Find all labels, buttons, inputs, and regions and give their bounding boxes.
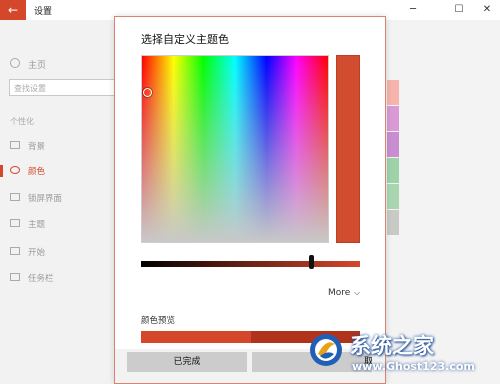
accent-swatch[interactable] <box>387 158 399 183</box>
preview-light-swatch <box>141 331 251 343</box>
accent-swatch[interactable] <box>387 106 399 131</box>
picture-icon <box>10 141 20 149</box>
sidebar-item-themes[interactable]: 主题 <box>0 214 112 234</box>
sidebar-item-label: 任务栏 <box>28 274 54 284</box>
sidebar-item-label: 锁屏界面 <box>28 194 63 204</box>
accent-swatch[interactable] <box>387 184 399 209</box>
accent-swatch[interactable] <box>387 80 399 105</box>
close-button[interactable]: ✕ <box>476 0 498 20</box>
brightness-slider[interactable] <box>141 261 360 267</box>
sidebar-item-label: 主题 <box>28 220 46 230</box>
search-placeholder: 查找设置 <box>14 84 46 93</box>
sidebar-item-label: 开始 <box>28 248 46 258</box>
maximize-button[interactable]: ☐ <box>448 0 470 20</box>
done-button[interactable]: 已完成 <box>127 352 247 372</box>
sidebar-item-label: 颜色 <box>28 167 46 177</box>
search-input[interactable]: 查找设置 <box>9 79 117 96</box>
minimize-button[interactable]: ─ <box>402 0 424 20</box>
sidebar-item-background[interactable]: 背景 <box>0 136 112 156</box>
active-indicator <box>0 165 3 177</box>
watermark-title: 系统之家 <box>350 334 434 358</box>
home-gear-icon <box>10 58 20 68</box>
back-arrow-icon: ← <box>7 3 19 17</box>
dialog-title: 选择自定义主题色 <box>141 33 229 46</box>
window-title: 设置 <box>34 7 53 17</box>
palette-icon <box>10 166 20 174</box>
accent-swatch[interactable] <box>387 210 399 235</box>
sidebar-item-label: 主页 <box>28 61 47 71</box>
saturation-overlay <box>142 56 328 242</box>
color-spectrum[interactable] <box>141 55 329 243</box>
more-button[interactable]: More ⌵ <box>328 288 360 298</box>
watermark-logo-icon <box>310 334 342 366</box>
sidebar: 主页 查找设置 个性化 背景 颜色 锁屏界面 主题 开始 任务栏 <box>0 20 117 384</box>
theme-icon <box>10 219 20 227</box>
sidebar-item-label: 背景 <box>28 142 46 152</box>
maximize-icon: ☐ <box>454 4 464 15</box>
sidebar-item-start[interactable]: 开始 <box>0 242 112 262</box>
watermark: 系统之家 www.Ghost123.com <box>302 324 500 384</box>
close-icon: ✕ <box>482 4 492 15</box>
sidebar-item-taskbar[interactable]: 任务栏 <box>0 268 112 288</box>
sidebar-item-colors[interactable]: 颜色 <box>0 161 112 181</box>
watermark-url: www.Ghost123.com <box>352 360 475 373</box>
sidebar-item-lock-screen[interactable]: 锁屏界面 <box>0 188 112 208</box>
settings-window: ← 设置 ─ ☐ ✕ 主页 查找设置 个性化 背景 颜色 锁屏界面 主题 开始 … <box>0 0 500 384</box>
more-label: More <box>328 288 351 298</box>
lock-screen-icon <box>10 193 20 201</box>
back-button[interactable]: ← <box>0 0 26 20</box>
color-picker-handle[interactable] <box>143 88 152 97</box>
selected-color-preview <box>336 55 360 243</box>
brightness-slider-thumb[interactable] <box>309 255 315 269</box>
chevron-down-icon: ⌵ <box>354 288 361 297</box>
start-icon <box>10 247 20 255</box>
color-preview-label: 颜色预览 <box>141 316 176 326</box>
accent-swatch[interactable] <box>387 132 399 157</box>
taskbar-icon <box>10 273 20 281</box>
section-heading: 个性化 <box>10 117 34 126</box>
minimize-icon: ─ <box>409 4 417 15</box>
